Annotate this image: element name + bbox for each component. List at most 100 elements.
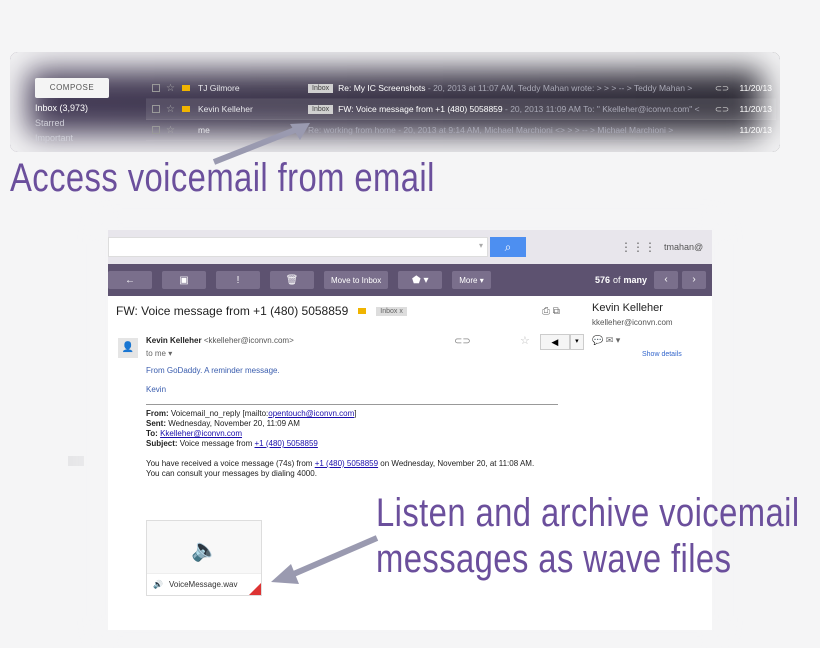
sidebar-item-important[interactable]: Important (35, 133, 142, 143)
back-button[interactable]: ← (108, 271, 152, 289)
fw-to-label: To: (146, 429, 158, 438)
row-snippet: - 20, 2013 at 11:07 AM, Teddy Mahan wrot… (425, 83, 693, 93)
subject-text: FW: Voice message from +1 (480) 5058859 (116, 304, 349, 318)
reply-button[interactable]: ◀ (539, 334, 570, 350)
fw-from: Voicemail_no_reply [mailto: (168, 409, 269, 418)
faded-fragment (68, 456, 84, 466)
delete-button[interactable]: 🗑 (270, 271, 314, 289)
row-date: 11/20/13 (739, 125, 772, 135)
row-subject-text: Re: My IC Screenshots (338, 83, 426, 93)
voicemail-attachment[interactable]: 🔈 🔊 VoiceMessage.wav (146, 520, 262, 596)
row-subject: Re: My IC Screenshots - 20, 2013 at 11:0… (338, 83, 714, 93)
row-subject: FW: Voice message from +1 (480) 5058859 … (338, 104, 714, 114)
sender-card-name: Kevin Kelleher (592, 302, 663, 314)
message-header: Kevin Kelleher <kkelleher@iconvn.com> to… (146, 336, 294, 358)
next-page-button[interactable]: › (682, 271, 706, 289)
search-input[interactable]: ▾ (108, 237, 488, 257)
caption-line-1: Listen and archive voicemail (376, 491, 800, 535)
attachment-icon: ⊂⊃ (714, 82, 730, 93)
attachment-name: VoiceMessage.wav (168, 580, 238, 589)
checkbox[interactable] (152, 105, 160, 113)
archive-button[interactable]: ▣ (162, 271, 206, 289)
move-to-inbox-button[interactable]: Move to Inbox (324, 271, 389, 289)
inbox-sidebar: COMPOSE Inbox (3,973) Starred Important (22, 78, 142, 143)
search-icon: ⌕ (504, 240, 512, 254)
inbox-row[interactable]: ☆ Kevin Kelleher Inbox FW: Voice message… (146, 99, 776, 120)
avatar: 👤 (118, 338, 138, 358)
sidebar-item-inbox[interactable]: Inbox (3,973) (35, 103, 142, 113)
pager: 576 of many ‹ › (592, 271, 712, 289)
show-details-link[interactable]: Show details (642, 351, 712, 358)
apps-grid-icon[interactable]: ⋮⋮⋮ (620, 240, 656, 254)
compose-button[interactable]: COMPOSE (35, 78, 109, 98)
label-tag-icon (182, 127, 190, 133)
star-icon[interactable]: ☆ (166, 125, 178, 136)
toolbar: ← ▣ ! 🗑 Move to Inbox ⬟ ▾ More ▾ 576 of … (108, 264, 712, 296)
chat-mail-icons[interactable]: 💬 ✉ ▾ (592, 335, 712, 346)
labels-button[interactable]: ⬟ ▾ (398, 271, 443, 289)
inbox-tag: Inbox (308, 104, 334, 114)
row-snippet: - 20, 2013 11:09 AM To: " Kkelleher@icon… (502, 104, 700, 114)
msg-phone-link[interactable]: +1 (480) 5058859 (315, 459, 378, 468)
search-button[interactable]: ⌕ (490, 237, 526, 257)
body-line: From GoDaddy. A reminder message. (146, 366, 280, 375)
sender-card: Kevin Kelleher kkelleher@iconvn.com 💬 ✉ … (592, 302, 712, 358)
pointer-arrow-icon (271, 535, 379, 584)
inbox-tag: Inbox (308, 83, 334, 93)
fw-subject: Voice message from (177, 439, 255, 448)
star-icon[interactable]: ☆ (166, 83, 178, 94)
fw-sent-label: Sent: (146, 419, 166, 428)
attachment-icon: ⊂⊃ (454, 336, 471, 347)
inbox-row[interactable]: ☆ TJ Gilmore Inbox Re: My IC Screenshots… (146, 78, 776, 99)
msg-post: on Wednesday, November 20, at 11:08 AM. (378, 459, 535, 468)
checkbox[interactable] (152, 84, 160, 92)
chevron-down-icon[interactable]: ▾ (479, 241, 483, 250)
msg-pre: You have received a voice message (74s) … (146, 459, 315, 468)
row-sender: Kevin Kelleher (198, 104, 253, 114)
print-icon[interactable]: ⎙ ⧉ (542, 306, 560, 317)
checkbox[interactable] (152, 126, 160, 134)
forwarded-header: From: Voicemail_no_reply [mailto:opentou… (146, 404, 558, 449)
row-date: 11/20/13 (739, 104, 772, 114)
pager-many: many (623, 275, 647, 285)
fw-subject-link[interactable]: +1 (480) 5058859 (254, 439, 317, 448)
reply-more-button[interactable]: ▾ (569, 334, 584, 350)
file-corner-icon (249, 583, 261, 595)
caption-line-2: messages as wave files (376, 537, 732, 581)
row-subject-text: FW: Voice message from +1 (480) 5058859 (338, 104, 503, 114)
more-button[interactable]: More ▾ (452, 271, 491, 289)
star-icon[interactable]: ☆ (166, 104, 178, 115)
message-body: From GoDaddy. A reminder message. Kevin … (146, 366, 558, 479)
label-tag-icon (358, 308, 367, 314)
fw-sent: Wednesday, November 20, 11:09 AM (166, 419, 300, 428)
sender-email: <kkelleher@iconvn.com> (203, 336, 294, 345)
sidebar-item-starred[interactable]: Starred (35, 118, 142, 128)
row-sender: TJ Gilmore (198, 83, 240, 93)
label-tag-icon (182, 85, 190, 91)
recipient-to-me[interactable]: to me ▾ (146, 349, 294, 358)
pager-range: 576 (594, 275, 610, 285)
account-name[interactable]: tmahan@ (664, 242, 703, 252)
inbox-label-chip[interactable]: Inbox x (376, 306, 407, 316)
row-subject-text: Re: working from home (308, 125, 396, 135)
sender-name: Kevin Kelleher (146, 336, 202, 345)
fw-from-label: From: (146, 409, 169, 418)
voicemail-notice: You have received a voice message (74s) … (146, 459, 558, 479)
top-bar: ▾ ⌕ ⋮⋮⋮ tmahan@ (108, 230, 712, 264)
msg-line2: You can consult your messages by dialing… (146, 469, 317, 478)
caption-listen-archive: Listen and archive voicemail messages as… (376, 490, 800, 582)
caption-access-voicemail: Access voicemail from email (10, 156, 435, 200)
fw-from-link[interactable]: opentouch@iconvn.com (268, 409, 354, 418)
attachment-footer: 🔊 VoiceMessage.wav (147, 573, 261, 595)
speaker-icon: 🔈 (191, 537, 219, 562)
prev-page-button[interactable]: ‹ (654, 271, 678, 289)
report-spam-button[interactable]: ! (216, 271, 260, 289)
star-icon[interactable]: ☆ (520, 334, 530, 350)
fw-to-link[interactable]: Kkelleher@iconvn.com (160, 429, 242, 438)
row-snippet: - 20, 2013 at 9:14 AM, Michael Marchioni… (395, 125, 674, 135)
fw-from-end: ] (354, 409, 357, 418)
body-signature: Kevin (146, 385, 167, 394)
sender-card-email: kkelleher@iconvn.com (592, 318, 673, 327)
attachment-icon: ⊂⊃ (714, 103, 730, 114)
audio-file-icon: 🔊 (153, 580, 163, 589)
